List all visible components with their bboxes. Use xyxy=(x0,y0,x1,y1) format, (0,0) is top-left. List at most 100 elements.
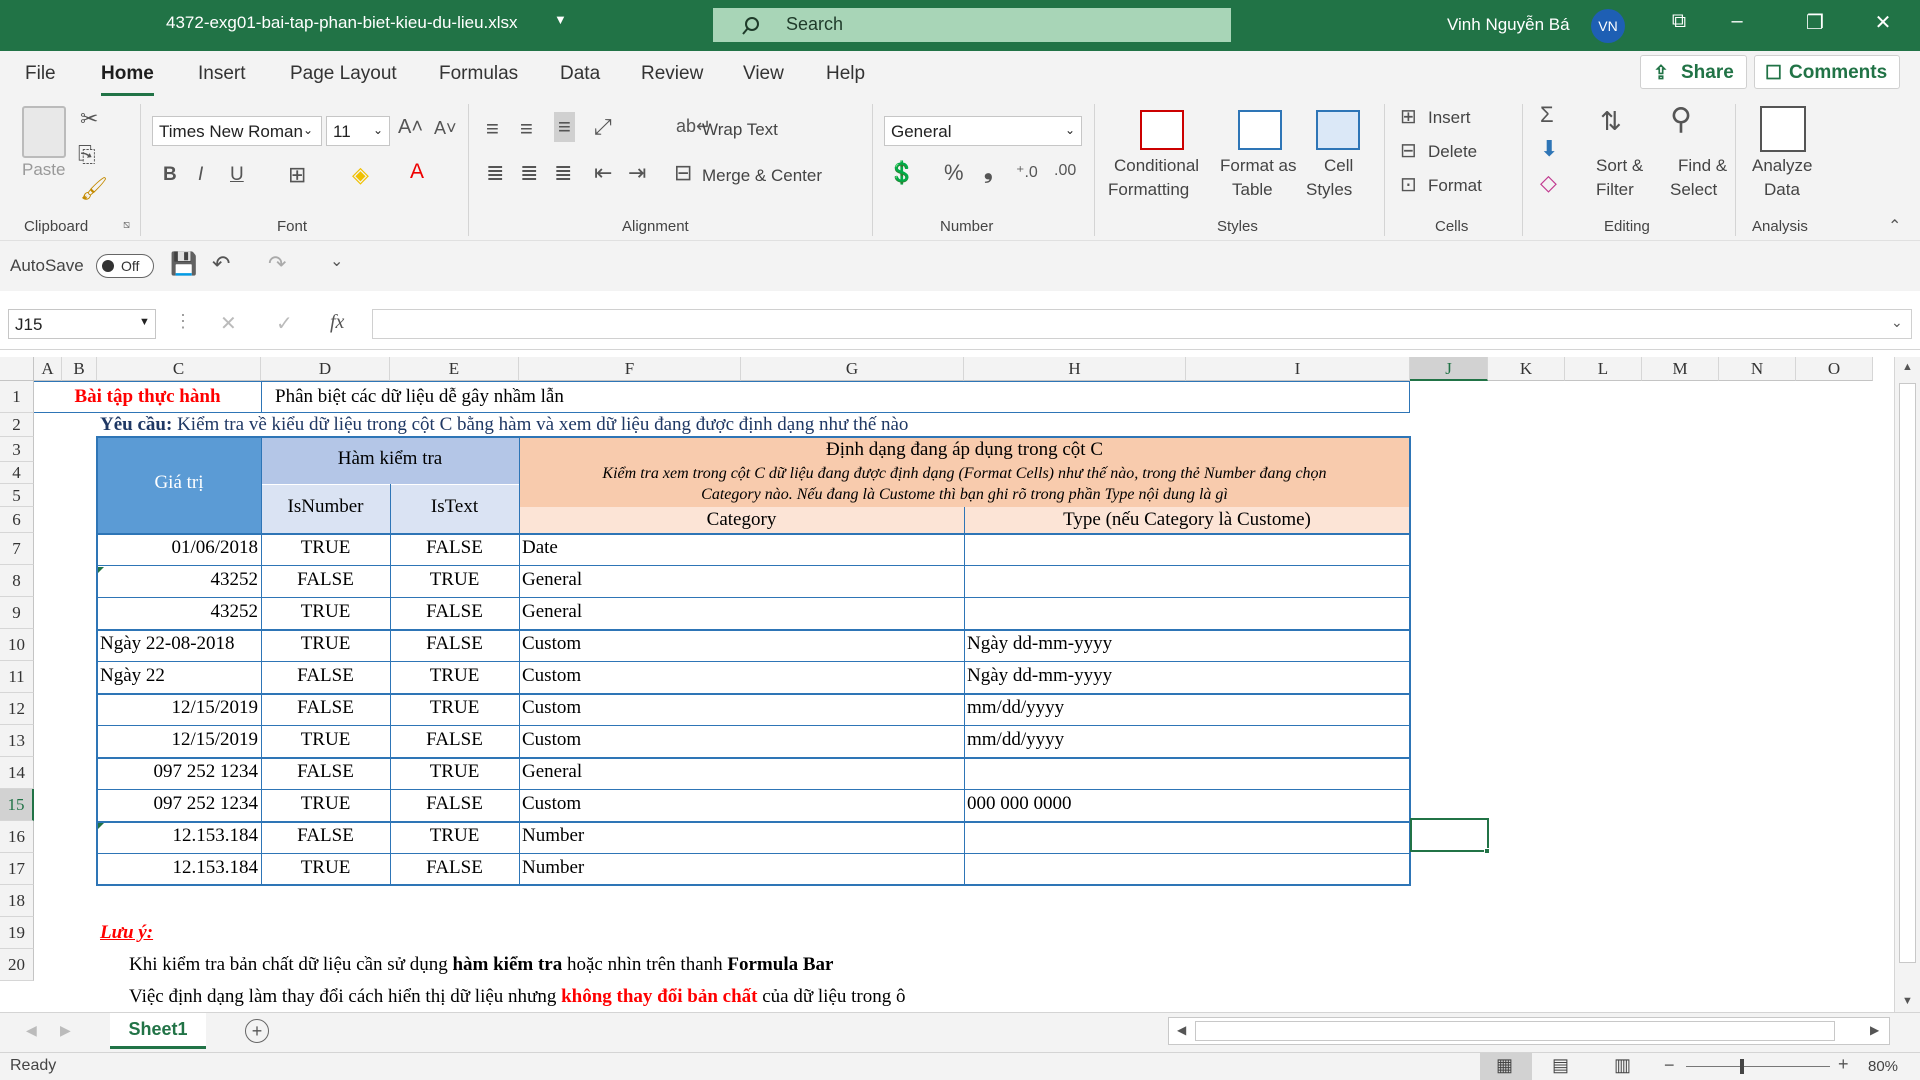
row-header[interactable]: 4 xyxy=(0,462,34,484)
merge-center-button[interactable]: Merge & Center xyxy=(702,166,822,186)
avatar[interactable]: VN xyxy=(1591,9,1625,43)
type-cell[interactable]: mm/dd/yyyy xyxy=(964,697,1410,719)
category-cell[interactable]: Number xyxy=(519,857,964,879)
note-line-2[interactable]: Việc định dạng làm thay đổi cách hiển th… xyxy=(126,986,1126,1008)
next-sheet-icon[interactable]: ▶ xyxy=(60,1022,71,1039)
autosum-icon[interactable]: Σ xyxy=(1540,102,1554,128)
type-cell[interactable]: mm/dd/yyyy xyxy=(964,729,1410,751)
format-as-table-icon[interactable] xyxy=(1238,110,1282,150)
selected-cell-j15[interactable] xyxy=(1410,818,1489,852)
column-header[interactable]: B xyxy=(62,357,97,381)
column-header[interactable]: H xyxy=(964,357,1186,381)
vertical-scroll-thumb[interactable] xyxy=(1899,383,1916,963)
column-header[interactable]: E xyxy=(390,357,519,381)
row-header-selected[interactable]: 15 xyxy=(0,789,34,821)
isnumber-cell[interactable]: TRUE xyxy=(261,537,390,559)
undo-icon[interactable]: ↶ xyxy=(212,251,230,277)
borders-icon[interactable]: ⊞ xyxy=(288,162,306,188)
delete-cells-icon[interactable]: ⊟ xyxy=(1400,138,1417,163)
font-size-select[interactable]: 11 ⌄ xyxy=(326,116,390,146)
page-layout-icon[interactable]: ▤ xyxy=(1552,1055,1569,1076)
cell-styles-icon[interactable] xyxy=(1316,110,1360,150)
sort-filter-label-2[interactable]: Filter xyxy=(1596,180,1634,200)
row-header[interactable]: 18 xyxy=(0,885,34,917)
isnumber-cell[interactable]: FALSE xyxy=(261,761,390,783)
zoom-slider[interactable] xyxy=(1686,1066,1830,1067)
redo-icon[interactable]: ↷ xyxy=(268,251,286,277)
copy-icon[interactable]: ⎘ xyxy=(78,142,96,168)
tab-page-layout[interactable]: Page Layout xyxy=(290,63,397,85)
row-header[interactable]: 8 xyxy=(0,565,34,597)
paste-button[interactable]: Paste xyxy=(22,160,65,180)
row-header[interactable]: 9 xyxy=(0,597,34,629)
value-cell[interactable]: 12.153.184 xyxy=(97,857,261,879)
fill-icon[interactable]: ⬇ xyxy=(1540,136,1558,162)
istext-cell[interactable]: FALSE xyxy=(390,537,519,559)
row-header[interactable]: 16 xyxy=(0,821,34,853)
column-header[interactable]: K xyxy=(1488,357,1565,381)
align-center-icon[interactable]: ≣ xyxy=(520,160,538,186)
tab-file[interactable]: File xyxy=(25,63,56,85)
sort-filter-label-1[interactable]: Sort & xyxy=(1596,156,1643,176)
percent-style-icon[interactable]: % xyxy=(944,160,964,186)
insert-cells-button[interactable]: Insert xyxy=(1428,108,1471,128)
istext-cell[interactable]: FALSE xyxy=(390,857,519,879)
isnumber-cell[interactable]: FALSE xyxy=(261,697,390,719)
cell-styles-label-2[interactable]: Styles xyxy=(1306,180,1352,200)
align-right-icon[interactable]: ≣ xyxy=(554,160,572,186)
conditional-formatting-label-1[interactable]: Conditional xyxy=(1114,156,1199,176)
find-select-icon[interactable]: ⚲ xyxy=(1670,102,1692,137)
row-header[interactable]: 13 xyxy=(0,725,34,757)
close-icon[interactable]: ✕ xyxy=(1868,10,1898,35)
row-header[interactable]: 11 xyxy=(0,661,34,693)
exercise-title-text[interactable]: Phân biệt các dữ liệu dễ gây nhầm lẫn xyxy=(272,386,972,408)
italic-icon[interactable]: I xyxy=(198,164,203,186)
category-cell[interactable]: General xyxy=(519,761,964,783)
tab-formulas[interactable]: Formulas xyxy=(439,63,518,85)
save-icon[interactable]: 💾 xyxy=(170,251,197,277)
analyze-data-label-2[interactable]: Data xyxy=(1764,180,1800,200)
isnumber-cell[interactable]: FALSE xyxy=(261,825,390,847)
istext-cell[interactable]: TRUE xyxy=(390,569,519,591)
type-cell[interactable]: Ngày dd-mm-yyyy xyxy=(964,665,1410,687)
fill-color-icon[interactable]: ◈ xyxy=(352,162,369,188)
vertical-scrollbar[interactable]: ▲ ▼ xyxy=(1894,357,1920,1012)
bold-icon[interactable]: B xyxy=(163,164,177,186)
row-header[interactable]: 19 xyxy=(0,917,34,949)
exercise-title-label[interactable]: Bài tập thực hành xyxy=(34,386,261,408)
row-header[interactable]: 7 xyxy=(0,533,34,565)
row-header[interactable]: 2 xyxy=(0,413,34,437)
merge-center-icon[interactable]: ⊟ xyxy=(674,160,692,186)
column-header[interactable]: O xyxy=(1796,357,1873,381)
category-cell[interactable]: General xyxy=(519,569,964,591)
number-format-select[interactable]: General ⌄ xyxy=(884,116,1082,146)
analyze-data-icon[interactable] xyxy=(1760,106,1806,152)
value-cell[interactable]: 43252 xyxy=(97,601,261,623)
isnumber-cell[interactable]: FALSE xyxy=(261,665,390,687)
file-menu-chevron-icon[interactable]: ▼ xyxy=(554,12,567,27)
istext-cell[interactable]: FALSE xyxy=(390,729,519,751)
enter-icon[interactable]: ✓ xyxy=(276,311,293,336)
row-header[interactable]: 3 xyxy=(0,437,34,462)
tab-home[interactable]: Home xyxy=(101,63,154,96)
value-cell[interactable]: 01/06/2018 xyxy=(97,537,261,559)
row-header[interactable]: 10 xyxy=(0,629,34,661)
type-cell[interactable]: 000 000 0000 xyxy=(964,793,1410,815)
restore-icon[interactable]: ❐ xyxy=(1800,10,1830,35)
requirement-text[interactable]: Yêu cầu: Kiểm tra về kiểu dữ liệu trong … xyxy=(97,414,1397,436)
scroll-left-icon[interactable]: ◀ xyxy=(1177,1023,1186,1037)
istext-cell[interactable]: FALSE xyxy=(390,601,519,623)
tab-insert[interactable]: Insert xyxy=(198,63,246,85)
decrease-decimal-icon[interactable]: .00 xyxy=(1054,162,1076,180)
decrease-indent-icon[interactable]: ⇤ xyxy=(594,160,612,186)
value-cell[interactable]: 12/15/2019 xyxy=(97,729,261,751)
category-cell[interactable]: Custom xyxy=(519,665,964,687)
scroll-right-icon[interactable]: ▶ xyxy=(1870,1023,1879,1037)
align-top-icon[interactable]: ≡ xyxy=(486,116,499,142)
column-header-selected[interactable]: J xyxy=(1410,357,1488,381)
value-cell[interactable]: Ngày 22 xyxy=(97,665,261,687)
isnumber-cell[interactable]: TRUE xyxy=(261,633,390,655)
prev-sheet-icon[interactable]: ◀ xyxy=(26,1022,37,1039)
select-all-corner[interactable] xyxy=(0,357,34,381)
cut-icon[interactable]: ✂ xyxy=(80,106,98,132)
